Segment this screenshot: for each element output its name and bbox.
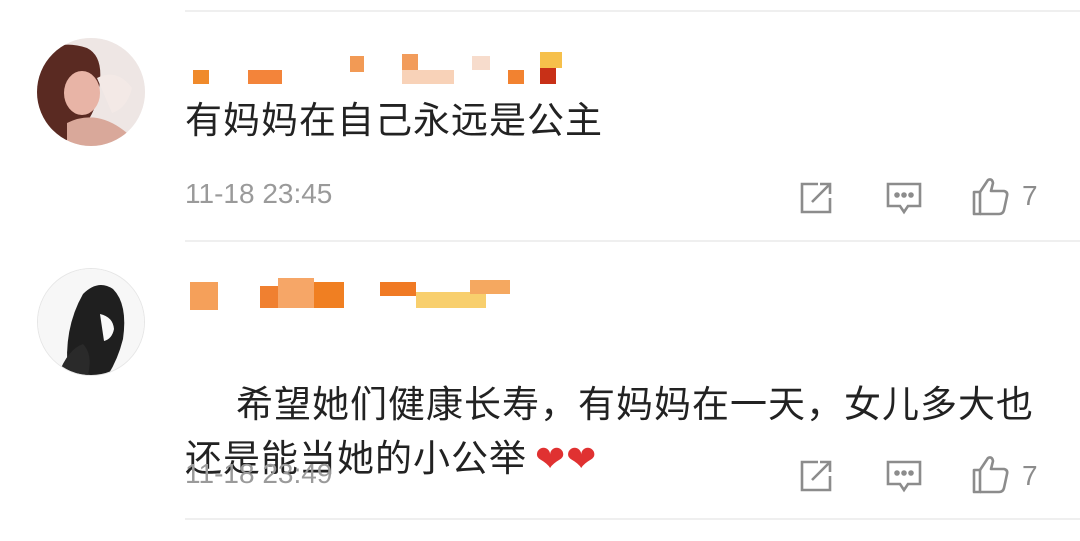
reply-icon[interactable] <box>882 454 926 498</box>
comment-time: 11-18 23:45 <box>185 178 333 209</box>
avatar[interactable] <box>37 38 145 146</box>
bottom-divider <box>185 518 1080 520</box>
comment-item: 希望她们健康长寿，有妈妈在一天，女儿多大也 还是能当她的小公举 ❤❤ 11-18 … <box>0 242 1080 522</box>
thumbs-up-icon[interactable] <box>968 174 1012 218</box>
thumbs-up-icon[interactable] <box>968 452 1012 496</box>
like-count: 7 <box>1022 460 1038 491</box>
comment-item: 有妈妈在自己永远是公主 11-18 23:45 7 <box>0 0 1080 240</box>
reply-icon[interactable] <box>882 176 926 220</box>
avatar[interactable] <box>37 268 145 376</box>
share-icon[interactable] <box>794 176 838 220</box>
like-count: 7 <box>1022 180 1038 211</box>
heart-emoji: ❤❤ <box>535 439 598 480</box>
share-icon[interactable] <box>794 454 838 498</box>
comment-time: 11-18 23:49 <box>185 458 333 489</box>
comment-text: 有妈妈在自己永远是公主 <box>185 99 603 142</box>
comment-text: 希望她们健康长寿，有妈妈在一天，女儿多大也 还是能当她的小公举 ❤❤ <box>185 324 1065 541</box>
